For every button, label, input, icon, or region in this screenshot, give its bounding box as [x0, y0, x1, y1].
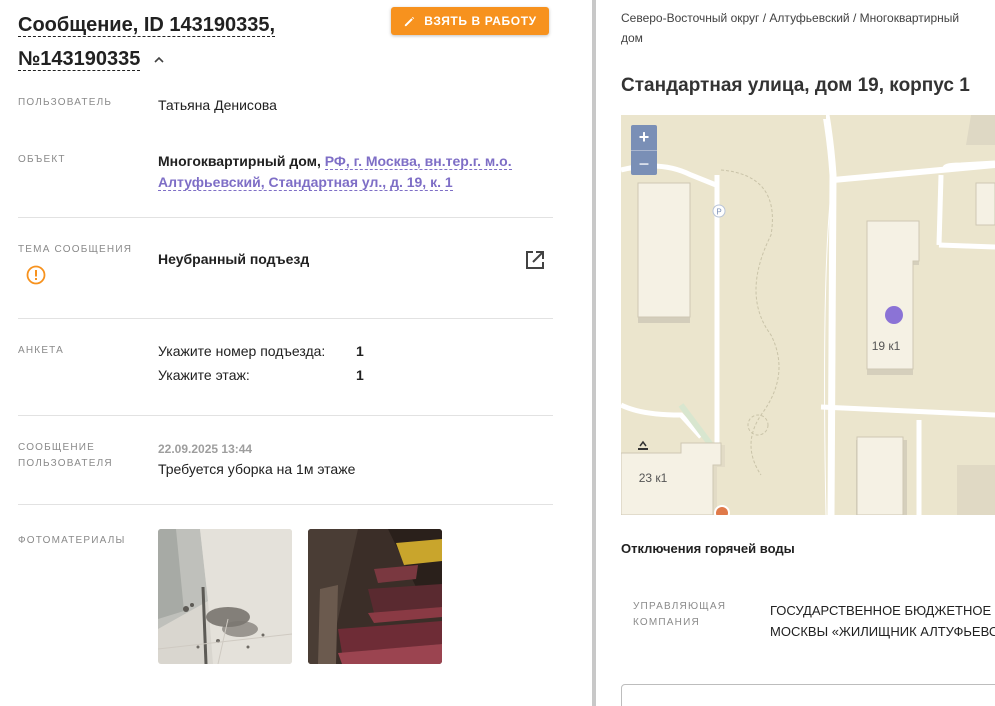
divider [18, 415, 553, 416]
title-text: Сообщение, ID 143190335, №143190335 [18, 14, 276, 71]
topic-label: ТЕМА СООБЩЕНИЯ [18, 244, 133, 255]
take-to-work-label: ВЗЯТЬ В РАБОТУ [424, 14, 537, 28]
open-external-icon[interactable] [524, 249, 546, 271]
message-label: СООБЩЕНИЕ ПОЛЬЗОВАТЕЛЯ [18, 442, 113, 469]
company-line: ГОСУДАРСТВЕННОЕ БЮДЖЕТНОЕ УЧРЕЖДЕНИЕ ГОР… [770, 603, 995, 618]
address-title: Стандартная улица, дом 19, корпус 1 [621, 75, 970, 96]
map-canvas: P 19 к1 23 к1 [621, 115, 995, 515]
zoom-control: + – [631, 125, 657, 175]
object-value: Многоквартирный дом, РФ, г. Москва, вн.т… [158, 151, 528, 193]
pencil-icon [405, 16, 415, 26]
message-text: Требуется уборка на 1м этаже [158, 461, 356, 477]
survey-question: Укажите этаж: [158, 367, 250, 383]
company-line: МОСКВЫ «ЖИЛИЩНИК АЛТУФЬЕВСКОГО РАЙОНА» [770, 624, 995, 639]
take-to-work-button[interactable]: ВЗЯТЬ В РАБОТУ [391, 7, 549, 35]
parking-label: P [716, 208, 721, 217]
photo-thumbnail[interactable] [308, 529, 442, 664]
survey-label: АНКЕТА [18, 345, 65, 356]
divider [18, 318, 553, 319]
map-label-other: 23 к1 [639, 471, 668, 485]
text-input-box[interactable] [621, 684, 995, 706]
object-label: ОБЪЕКТ [18, 154, 66, 165]
topic-value: Неубранный подъезд [158, 251, 310, 267]
user-value: Татьяна Денисова [158, 97, 277, 113]
company-value: ГОСУДАРСТВЕННОЕ БЮДЖЕТНОЕ УЧРЕЖДЕНИЕ ГОР… [770, 600, 995, 642]
map-label-building: 19 к1 [872, 339, 901, 353]
breadcrumb: Северо-Восточный округ / Алтуфьевский / … [621, 11, 960, 45]
chevron-up-icon[interactable] [154, 55, 164, 65]
warning-icon [26, 265, 46, 285]
photos-label: ФОТОМАТЕРИАЛЫ [18, 535, 126, 546]
divider [18, 217, 553, 218]
zoom-in-button[interactable]: + [631, 125, 657, 150]
object-type: Многоквартирный дом, [158, 153, 321, 169]
survey-answer: 1 [356, 343, 364, 359]
zoom-out-button[interactable]: – [631, 150, 657, 175]
page-title[interactable]: Сообщение, ID 143190335, №143190335 [18, 8, 378, 76]
object-info-panel: Северо-Восточный округ / Алтуфьевский / … [596, 0, 995, 706]
survey-answer: 1 [356, 367, 364, 383]
survey-question: Укажите номер подъезда: [158, 343, 326, 359]
company-label: УПРАВЛЯЮЩАЯ КОМПАНИЯ [633, 601, 727, 628]
message-panel: Сообщение, ID 143190335, №143190335 ВЗЯТ… [0, 0, 592, 706]
user-label: ПОЛЬЗОВАТЕЛЬ [18, 97, 113, 108]
map[interactable]: P 19 к1 23 к1 + – [621, 115, 995, 515]
divider [18, 504, 553, 505]
message-date: 22.09.2025 13:44 [158, 442, 253, 456]
hot-water-heading: Отключения горячей воды [621, 541, 795, 556]
photo-thumbnail[interactable] [158, 529, 292, 664]
